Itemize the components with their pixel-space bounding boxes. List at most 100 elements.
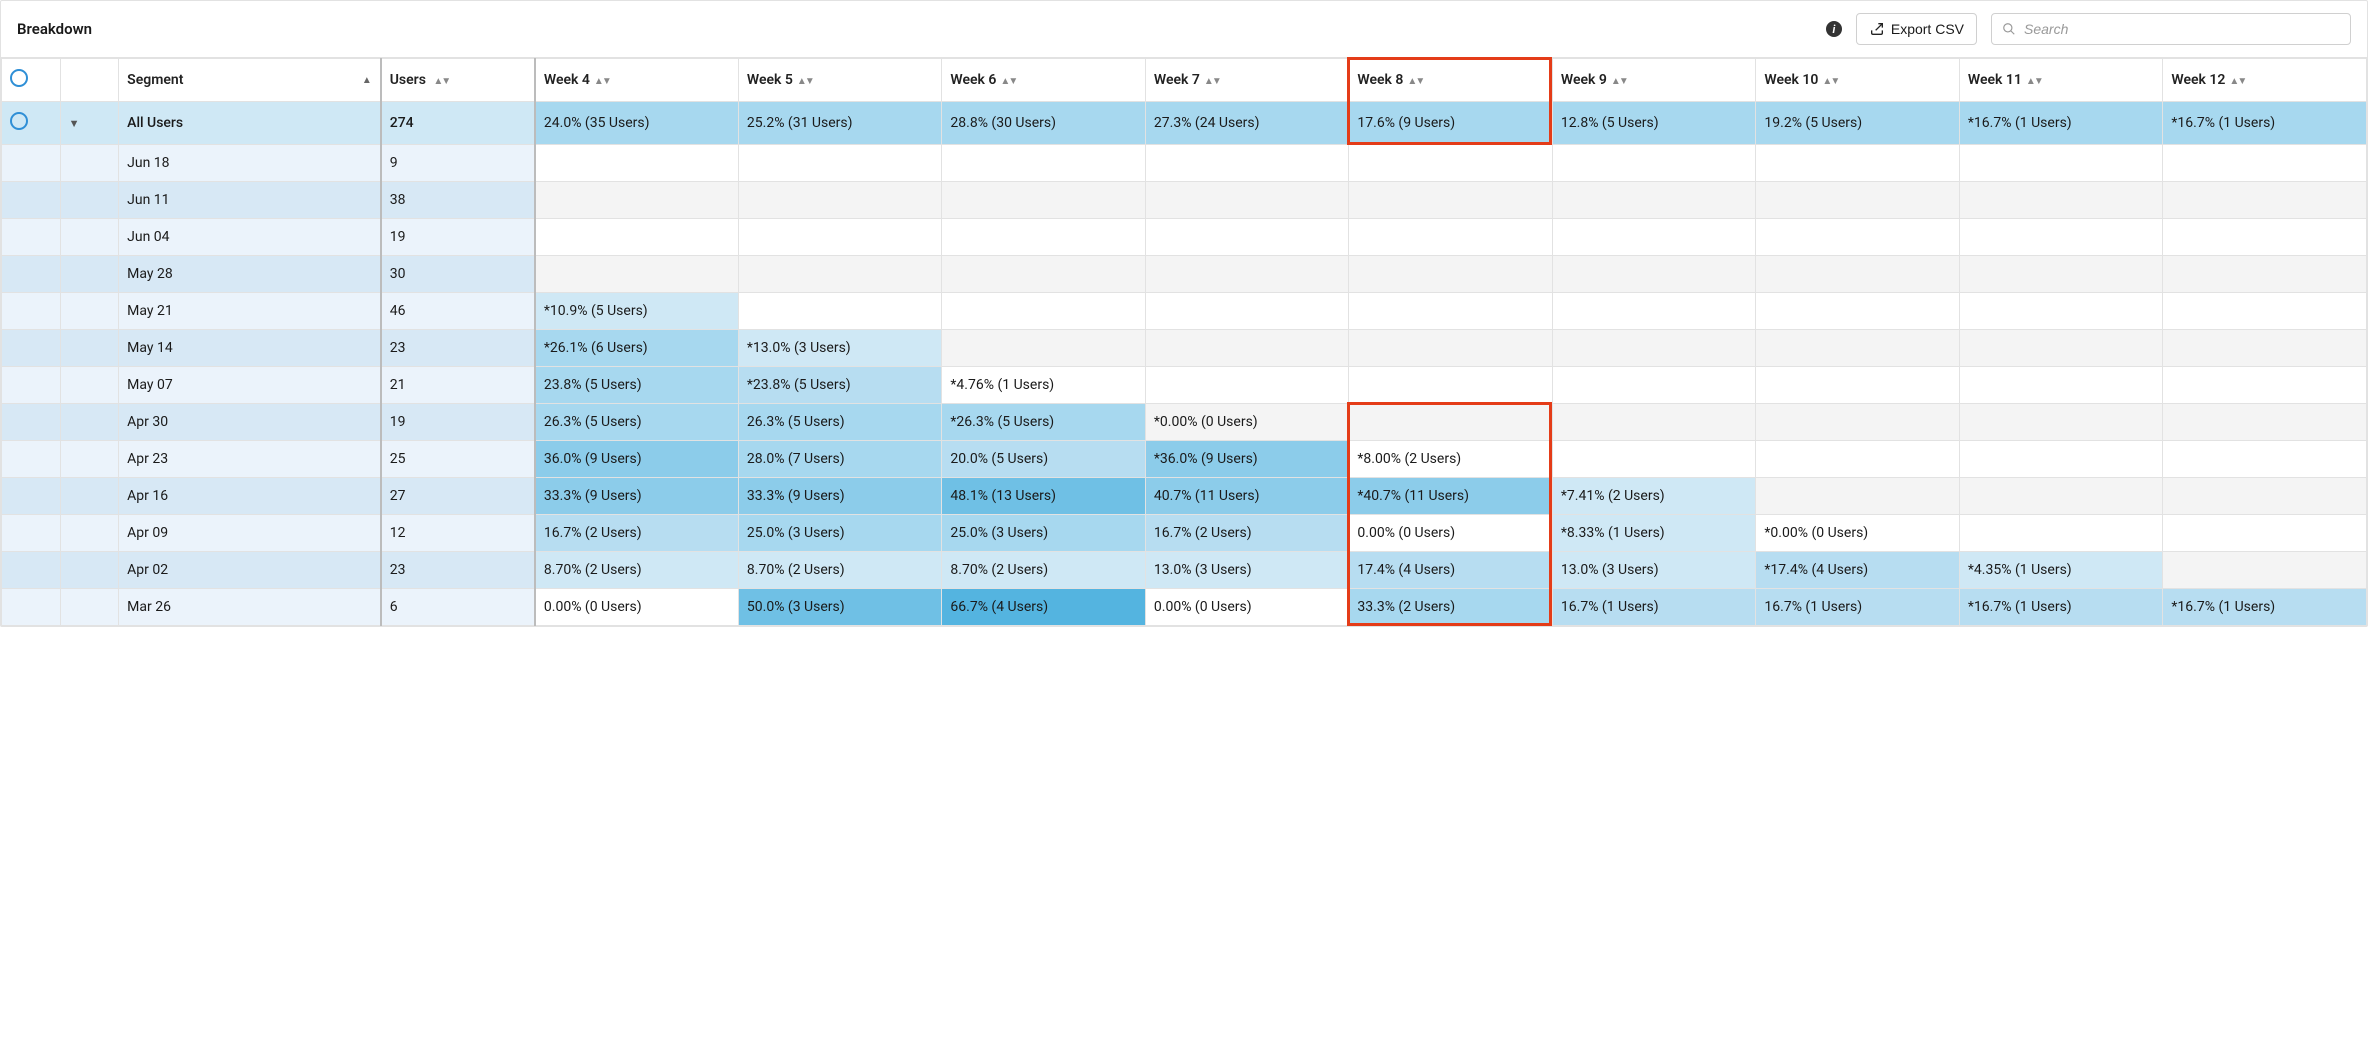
cell-week-12 xyxy=(2163,552,2367,589)
info-icon[interactable]: i xyxy=(1826,21,1842,37)
chevron-down-icon: ▼ xyxy=(69,117,80,130)
cell-week-11 xyxy=(1959,515,2163,552)
cell-week-9: *7.41% (2 Users) xyxy=(1552,478,1756,515)
cell-week-11 xyxy=(1959,404,2163,441)
row-users-count: 6 xyxy=(381,589,535,626)
header-checkbox-col[interactable] xyxy=(2,59,61,102)
cell-week-4: *10.9% (5 Users) xyxy=(535,293,739,330)
table-row[interactable]: Jun 0419 xyxy=(2,219,2367,256)
row-checkbox xyxy=(2,330,61,367)
header-users[interactable]: Users ▲▼ xyxy=(381,59,535,102)
cell-week-12: *16.7% (1 Users) xyxy=(2163,102,2367,145)
header-week-9[interactable]: Week 9▲▼ xyxy=(1552,59,1756,102)
cell-week-5 xyxy=(738,219,942,256)
table-row[interactable]: Apr 301926.3% (5 Users)26.3% (5 Users)*2… xyxy=(2,404,2367,441)
search-field[interactable] xyxy=(1991,13,2351,45)
row-checkbox xyxy=(2,441,61,478)
row-users-count: 21 xyxy=(381,367,535,404)
cell-week-7 xyxy=(1145,145,1349,182)
row-expand-toggle[interactable]: ▼ xyxy=(60,102,119,145)
cell-week-4: 16.7% (2 Users) xyxy=(535,515,739,552)
table-row[interactable]: May 072123.8% (5 Users)*23.8% (5 Users)*… xyxy=(2,367,2367,404)
header-week-5[interactable]: Week 5▲▼ xyxy=(738,59,942,102)
cell-week-11 xyxy=(1959,182,2163,219)
table-row[interactable]: Apr 232536.0% (9 Users)28.0% (7 Users)20… xyxy=(2,441,2367,478)
cell-week-10 xyxy=(1756,145,1960,182)
row-users-count: 46 xyxy=(381,293,535,330)
breakdown-panel: Breakdown i Export CSV xyxy=(0,0,2368,627)
header-week-7[interactable]: Week 7▲▼ xyxy=(1145,59,1349,102)
header-week-6[interactable]: Week 6▲▼ xyxy=(942,59,1146,102)
table-row[interactable]: Jun 1138 xyxy=(2,182,2367,219)
cell-week-9 xyxy=(1552,441,1756,478)
cell-week-7 xyxy=(1145,182,1349,219)
table-row[interactable]: Apr 091216.7% (2 Users)25.0% (3 Users)25… xyxy=(2,515,2367,552)
cell-week-6 xyxy=(942,145,1146,182)
table-row[interactable]: Apr 02238.70% (2 Users)8.70% (2 Users)8.… xyxy=(2,552,2367,589)
cell-week-4 xyxy=(535,219,739,256)
cell-week-6 xyxy=(942,330,1146,367)
table-row[interactable]: May 2830 xyxy=(2,256,2367,293)
cell-week-7: 0.00% (0 Users) xyxy=(1145,589,1349,626)
row-users-count: 23 xyxy=(381,552,535,589)
row-users-count: 23 xyxy=(381,330,535,367)
row-checkbox xyxy=(2,589,61,626)
cell-week-10 xyxy=(1756,293,1960,330)
header-week-10[interactable]: Week 10▲▼ xyxy=(1756,59,1960,102)
cell-week-5: 28.0% (7 Users) xyxy=(738,441,942,478)
row-expand-placeholder xyxy=(60,515,119,552)
row-expand-placeholder xyxy=(60,256,119,293)
cell-week-8: 33.3% (2 Users) xyxy=(1349,589,1553,626)
cell-week-8 xyxy=(1349,330,1553,367)
cell-week-9 xyxy=(1552,293,1756,330)
row-segment-label: May 07 xyxy=(119,367,381,404)
table-row[interactable]: Mar 2660.00% (0 Users)50.0% (3 Users)66.… xyxy=(2,589,2367,626)
cell-week-10 xyxy=(1756,478,1960,515)
header-week-12[interactable]: Week 12▲▼ xyxy=(2163,59,2367,102)
sort-icon: ▲▼ xyxy=(1000,76,1016,87)
export-csv-button[interactable]: Export CSV xyxy=(1856,13,1977,45)
row-segment-label: Jun 04 xyxy=(119,219,381,256)
row-users-count: 274 xyxy=(381,102,535,145)
cell-week-5: 8.70% (2 Users) xyxy=(738,552,942,589)
header-week-11[interactable]: Week 11▲▼ xyxy=(1959,59,2163,102)
cell-week-10: *17.4% (4 Users) xyxy=(1756,552,1960,589)
search-input[interactable] xyxy=(2022,20,2340,38)
cell-week-5: 26.3% (5 Users) xyxy=(738,404,942,441)
cell-week-12 xyxy=(2163,478,2367,515)
cell-week-6 xyxy=(942,219,1146,256)
cell-week-5 xyxy=(738,182,942,219)
cell-week-4: 23.8% (5 Users) xyxy=(535,367,739,404)
cell-week-8 xyxy=(1349,182,1553,219)
cell-week-8: 17.4% (4 Users) xyxy=(1349,552,1553,589)
row-segment-label: Apr 09 xyxy=(119,515,381,552)
header-week-label: Week 11 xyxy=(1968,72,2022,88)
header-segment[interactable]: Segment ▲ xyxy=(119,59,381,102)
row-checkbox[interactable] xyxy=(2,102,61,145)
cell-week-6: 66.7% (4 Users) xyxy=(942,589,1146,626)
table-row[interactable]: Jun 189 xyxy=(2,145,2367,182)
search-icon xyxy=(2002,22,2016,36)
row-users-count: 19 xyxy=(381,219,535,256)
row-users-count: 19 xyxy=(381,404,535,441)
cell-week-4: *26.1% (6 Users) xyxy=(535,330,739,367)
sort-icon: ▲▼ xyxy=(1407,76,1423,87)
cell-week-9 xyxy=(1552,182,1756,219)
cell-week-8: *40.7% (11 Users) xyxy=(1349,478,1553,515)
cell-week-12 xyxy=(2163,256,2367,293)
table-row[interactable]: May 2146*10.9% (5 Users) xyxy=(2,293,2367,330)
cell-week-10: 19.2% (5 Users) xyxy=(1756,102,1960,145)
row-segment-label: Apr 02 xyxy=(119,552,381,589)
table-row[interactable]: Apr 162733.3% (9 Users)33.3% (9 Users)48… xyxy=(2,478,2367,515)
cell-week-10: 16.7% (1 Users) xyxy=(1756,589,1960,626)
header-week-4[interactable]: Week 4▲▼ xyxy=(535,59,739,102)
header-week-label: Week 5 xyxy=(747,72,793,88)
row-checkbox xyxy=(2,293,61,330)
table-row[interactable]: May 1423*26.1% (6 Users)*13.0% (3 Users) xyxy=(2,330,2367,367)
sort-icon: ▲▼ xyxy=(433,76,449,87)
header-week-label: Week 9 xyxy=(1561,72,1607,88)
header-week-8[interactable]: Week 8▲▼ xyxy=(1349,59,1553,102)
row-all-users[interactable]: ▼All Users27424.0% (35 Users)25.2% (31 U… xyxy=(2,102,2367,145)
cell-week-4: 33.3% (9 Users) xyxy=(535,478,739,515)
cell-week-7 xyxy=(1145,367,1349,404)
